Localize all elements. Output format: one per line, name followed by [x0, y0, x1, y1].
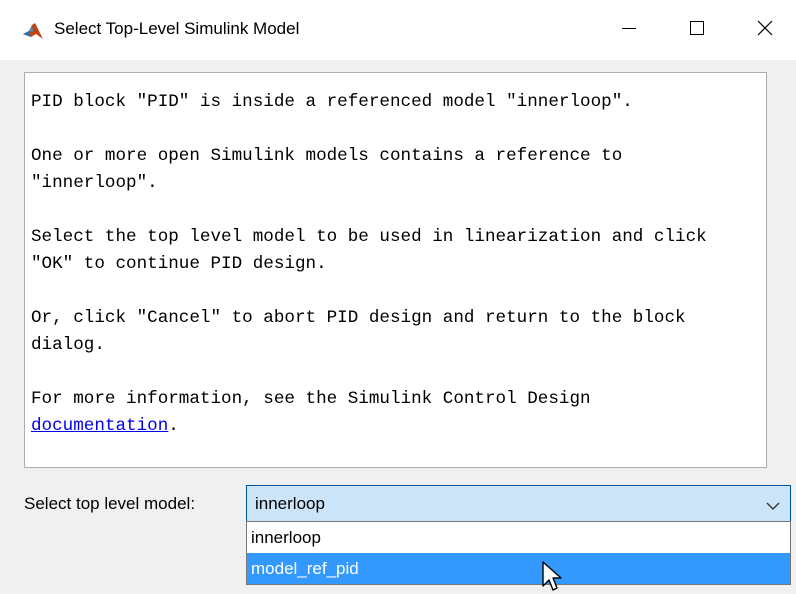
minimize-button[interactable]: [596, 0, 662, 60]
message-line: dialog.: [31, 335, 105, 355]
message-line: [31, 359, 766, 386]
message-line: "innerloop".: [31, 173, 158, 193]
select-model-label: Select top level model:: [24, 494, 196, 513]
message-line: [31, 116, 766, 143]
close-button[interactable]: [732, 0, 796, 60]
mouse-pointer-icon: [540, 560, 564, 594]
link-suffix: .: [168, 416, 179, 436]
matlab-icon: [22, 20, 44, 42]
chevron-down-icon[interactable]: [766, 498, 780, 510]
message-line: Or, click "Cancel" to abort PID design a…: [31, 308, 686, 328]
documentation-link[interactable]: documentation: [31, 416, 168, 436]
message-line: One or more open Simulink models contain…: [31, 146, 623, 166]
message-line: Select the top level model to be used in…: [31, 227, 707, 247]
message-line: [31, 197, 766, 224]
message-line: For more information, see the Simulink C…: [31, 389, 591, 409]
model-dropdown-list: innerloop model_ref_pid: [246, 521, 791, 585]
dropdown-option-model-ref-pid[interactable]: model_ref_pid: [247, 553, 790, 584]
minimize-icon: [621, 20, 637, 41]
top-level-model-select[interactable]: innerloop: [246, 485, 791, 522]
dialog-window: Select Top-Level Simulink Model PID bloc…: [0, 0, 796, 594]
message-link-line: documentation.: [31, 413, 766, 440]
selected-model-value: innerloop: [255, 494, 325, 513]
maximize-icon: [689, 20, 705, 41]
message-line: PID block "PID" is inside a referenced m…: [31, 92, 633, 112]
message-line: "OK" to continue PID design.: [31, 254, 327, 274]
message-panel: PID block "PID" is inside a referenced m…: [24, 72, 767, 468]
title-bar[interactable]: Select Top-Level Simulink Model: [0, 0, 796, 60]
window-title: Select Top-Level Simulink Model: [54, 19, 300, 38]
dropdown-option-innerloop[interactable]: innerloop: [247, 522, 790, 553]
message-line: [31, 278, 766, 305]
close-icon: [757, 20, 773, 41]
maximize-button[interactable]: [664, 0, 730, 60]
